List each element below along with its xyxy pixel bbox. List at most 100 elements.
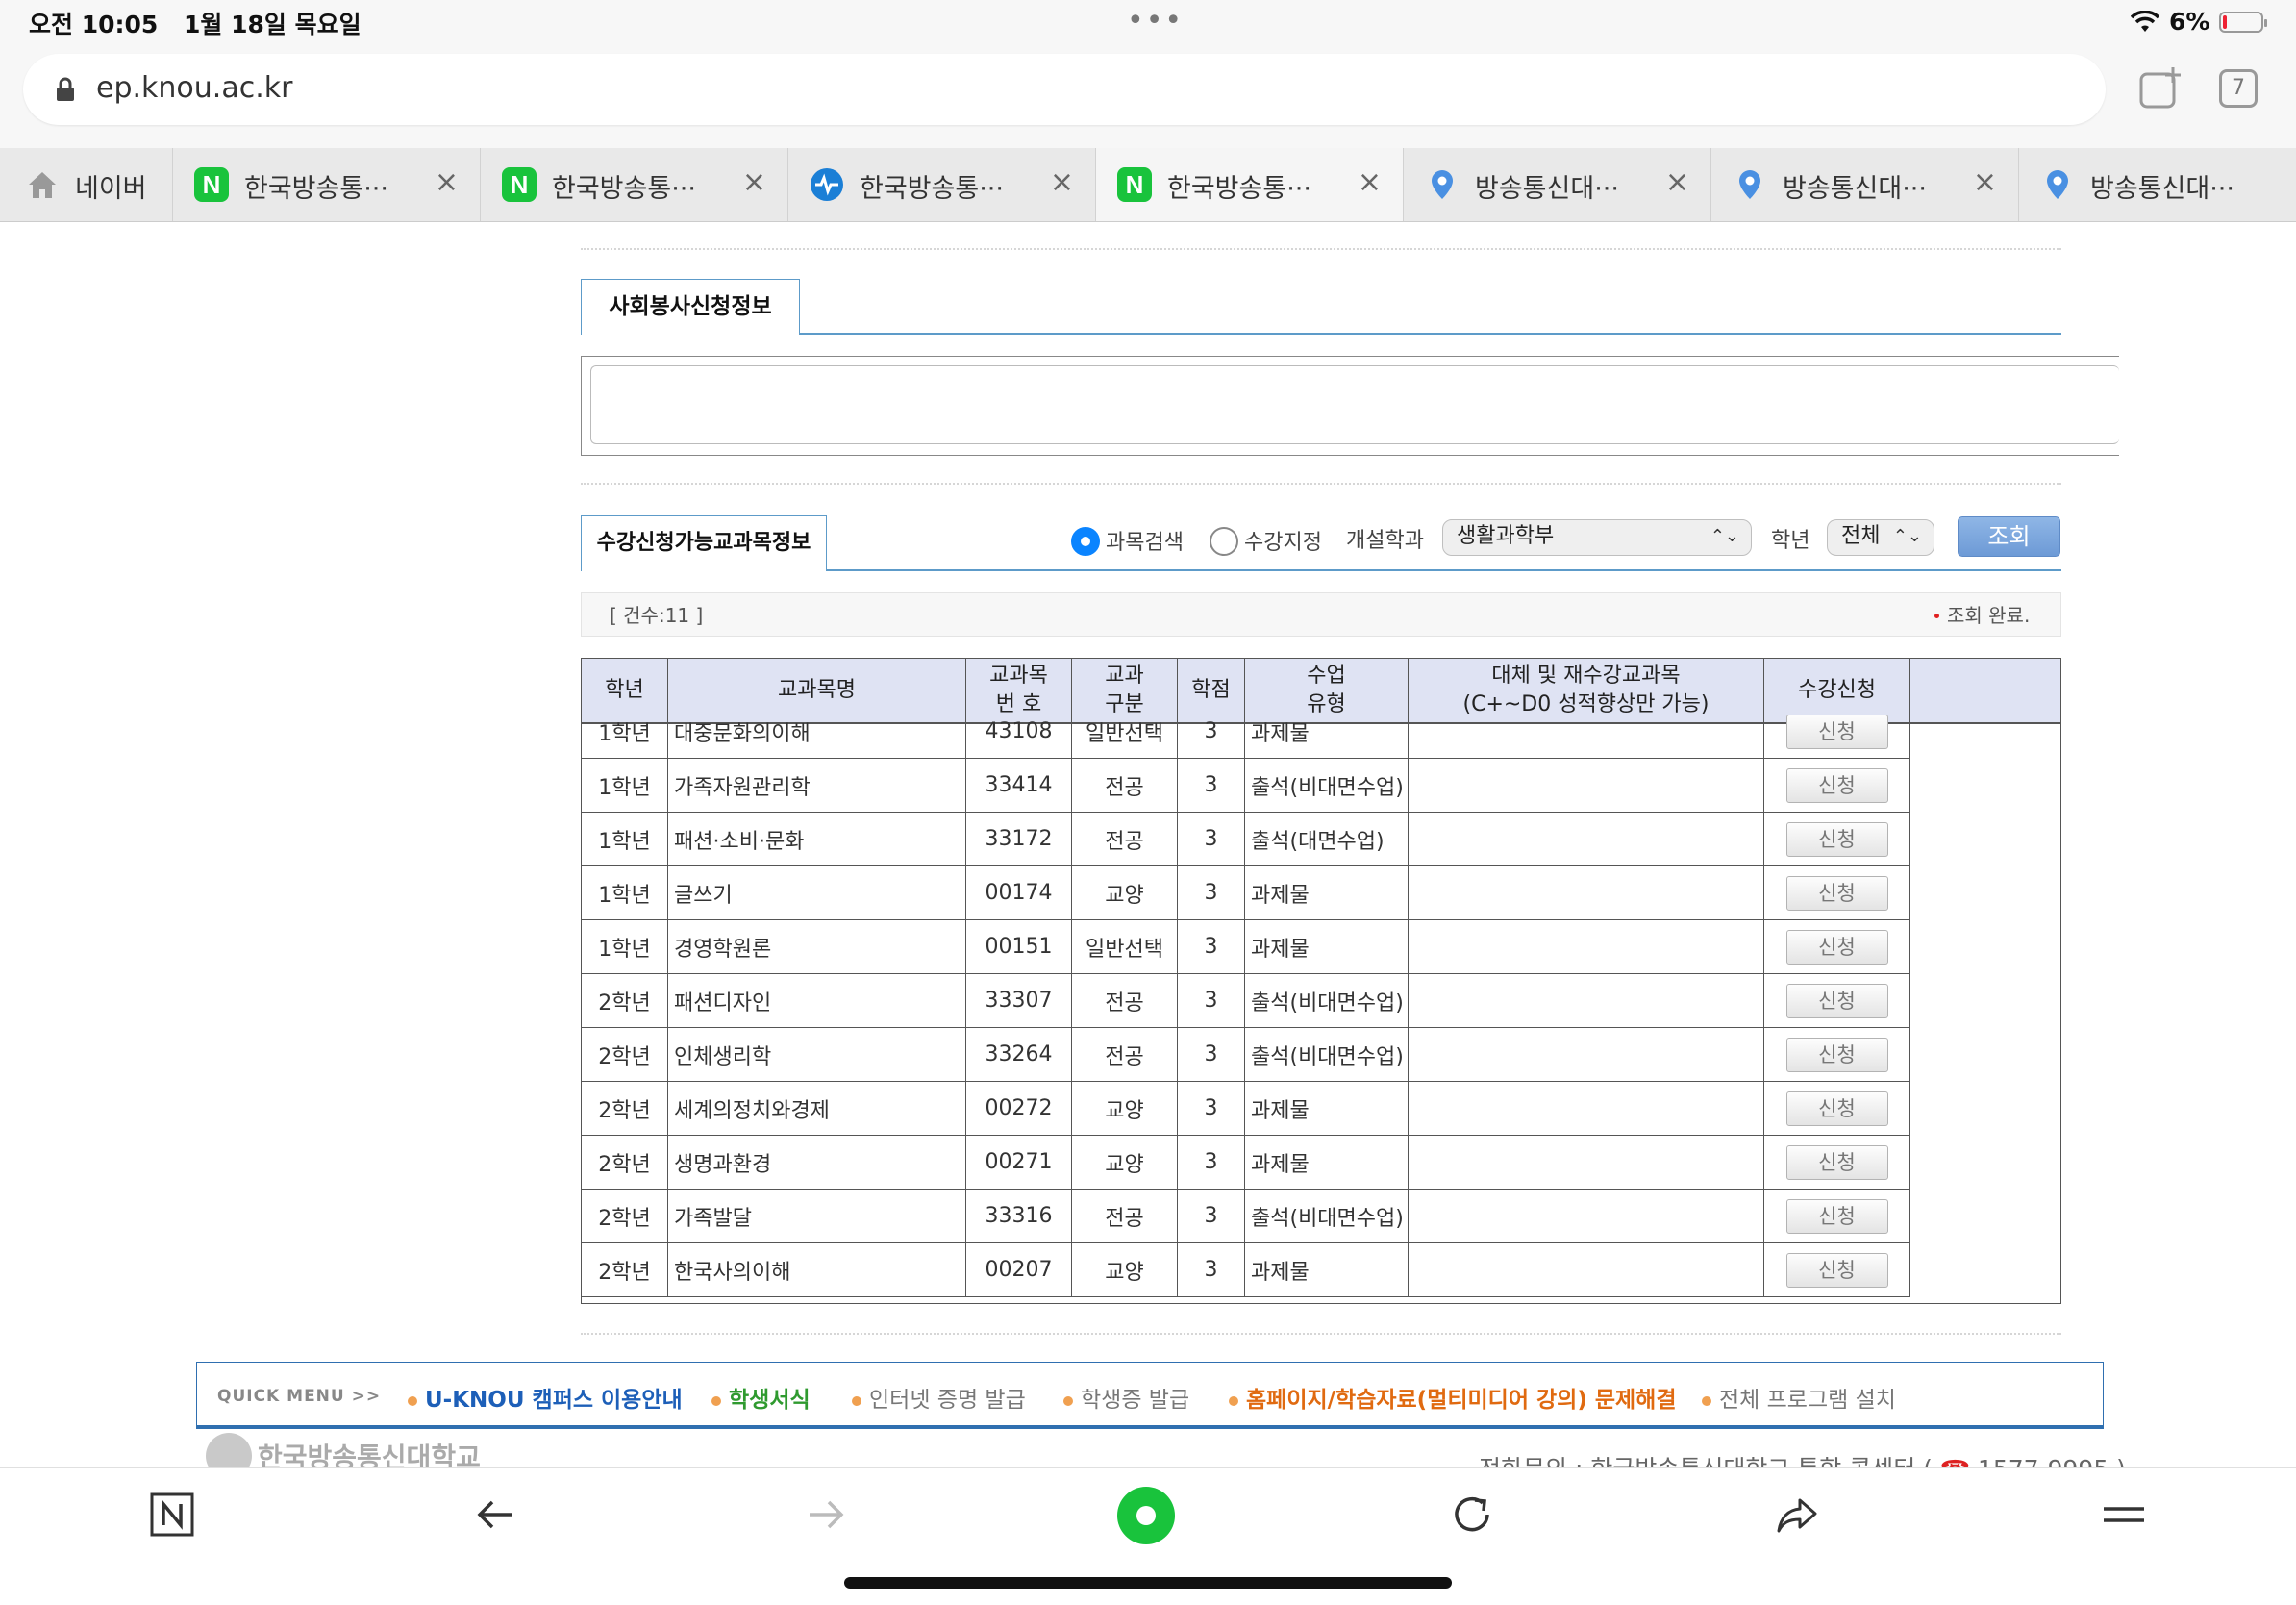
- grade-label: 학년: [1771, 529, 1810, 553]
- service-info-field[interactable]: [590, 365, 2119, 444]
- tab-naver-home[interactable]: 네이버: [0, 148, 173, 221]
- grade-select-value: 전체: [1841, 524, 1881, 548]
- lock-icon: [57, 77, 74, 101]
- battery-percent: 6%: [2169, 8, 2210, 36]
- status-dot: [1934, 614, 1939, 618]
- map-pin-icon: [1739, 170, 1760, 199]
- tab-title: 한국방송통···: [244, 174, 388, 204]
- url-text[interactable]: ep.knou.ac.kr: [96, 71, 292, 105]
- clock-text: 오전 10:05: [29, 11, 159, 38]
- tab-count-icon[interactable]: 7: [2219, 69, 2258, 108]
- home-indicator[interactable]: [844, 1577, 1452, 1589]
- cell-class-type-text: 과제물: [1251, 721, 1310, 746]
- cell-course-no-text: 00207: [985, 1258, 1053, 1282]
- quick-menu-student-forms[interactable]: 학생서식: [711, 1381, 811, 1414]
- course-assign-radio[interactable]: [1210, 527, 1238, 556]
- cell-grade: 1학년: [582, 705, 668, 758]
- naver-n-icon[interactable]: [146, 1489, 198, 1541]
- tab-3[interactable]: 한국방송통··· ×: [788, 148, 1096, 221]
- cell-class-type: 과제물: [1245, 1243, 1409, 1296]
- back-arrow-icon[interactable]: [471, 1489, 523, 1541]
- cell-apply: 신청: [1764, 813, 1910, 865]
- cell-apply: 신청: [1764, 1082, 1910, 1135]
- apply-button[interactable]: 신청: [1785, 1198, 1888, 1234]
- cell-grade-text: 2학년: [598, 1044, 651, 1069]
- section-rule: [800, 333, 2061, 335]
- apply-button[interactable]: 신청: [1785, 875, 1888, 911]
- cell-course-name-text: 가족자원관리학: [674, 775, 811, 800]
- cell-class-type-text: 출석(비대면수업): [1251, 1206, 1404, 1231]
- cell-apply: 신청: [1764, 974, 1910, 1027]
- cell-category: 전공: [1072, 1190, 1178, 1242]
- service-info-tab[interactable]: 사회봉사신청정보: [581, 279, 800, 335]
- dept-select-value: 생활과학부: [1457, 524, 1555, 548]
- select-chevron-icon: ⌃⌄: [1892, 526, 1922, 546]
- quick-menu-troubleshoot[interactable]: 홈페이지/학습자료(멀티미디어 강의) 문제해결: [1229, 1381, 1676, 1414]
- cell-apply: 신청: [1764, 1028, 1910, 1081]
- tab-title: 방송통신대···: [2090, 174, 2234, 204]
- apply-button[interactable]: 신청: [1785, 929, 1888, 965]
- dotted-divider: [581, 483, 2061, 485]
- cell-credit-text: 3: [1204, 1150, 1218, 1174]
- bullet-icon: [1063, 1395, 1073, 1406]
- close-tab-icon[interactable]: ×: [1358, 165, 1382, 199]
- tab-4-active[interactable]: N 한국방송통··· ×: [1096, 148, 1404, 221]
- cell-credit-text: 3: [1204, 719, 1218, 743]
- tab-2[interactable]: N 한국방송통··· ×: [481, 148, 788, 221]
- quick-menu-student-id[interactable]: 학생증 발급: [1063, 1381, 1189, 1414]
- search-button[interactable]: 조회: [1958, 516, 2060, 557]
- cell-substitute: [1409, 759, 1764, 812]
- cell-credit: 3: [1178, 1243, 1245, 1296]
- cell-class-type-text: 과제물: [1251, 1260, 1310, 1285]
- apply-button[interactable]: 신청: [1785, 1037, 1888, 1072]
- course-info-tab[interactable]: 수강신청가능교과목정보: [581, 515, 827, 571]
- cell-category-text: 교양: [1105, 1260, 1144, 1285]
- naver-green-dot-icon[interactable]: [1115, 1485, 1177, 1546]
- grade-select[interactable]: 전체 ⌃⌄: [1827, 519, 1934, 556]
- cell-course-name: 가족발달: [668, 1190, 966, 1242]
- apply-button[interactable]: 신청: [1785, 821, 1888, 857]
- apply-button[interactable]: 신청: [1785, 1144, 1888, 1180]
- apply-button[interactable]: 신청: [1785, 767, 1888, 803]
- cell-grade-text: 2학년: [598, 1152, 651, 1177]
- apply-button[interactable]: 신청: [1785, 983, 1888, 1018]
- dept-select[interactable]: 생활과학부 ⌃⌄: [1442, 519, 1752, 556]
- tab-5[interactable]: 방송통신대··· ×: [1404, 148, 1711, 221]
- cell-credit: 3: [1178, 920, 1245, 973]
- apply-button[interactable]: 신청: [1785, 714, 1888, 749]
- table-row: 1학년 대중문화의이해 43108 일반선택 3 과제물 신청: [582, 705, 1910, 759]
- cell-course-no: 33316: [966, 1190, 1072, 1242]
- subject-search-radio[interactable]: [1071, 527, 1100, 556]
- apply-button[interactable]: 신청: [1785, 1252, 1888, 1288]
- quick-menu-campus-guide[interactable]: U-KNOU 캠퍼스 이용안내: [408, 1381, 683, 1414]
- reload-icon[interactable]: [1446, 1489, 1498, 1541]
- battery-icon: [2219, 11, 2268, 33]
- quick-menu-certificate[interactable]: 인터넷 증명 발급: [852, 1381, 1026, 1414]
- cell-course-name-text: 대중문화의이해: [674, 721, 811, 746]
- tab-7[interactable]: 방송통신대··· ×: [2019, 148, 2296, 221]
- apply-button[interactable]: 신청: [1785, 1091, 1888, 1126]
- multitasking-dots[interactable]: •••: [1127, 4, 1184, 38]
- close-tab-icon[interactable]: ×: [742, 165, 766, 199]
- close-tab-icon[interactable]: ×: [1973, 165, 1997, 199]
- new-tab-icon[interactable]: [2138, 65, 2183, 110]
- forward-arrow-icon[interactable]: [798, 1489, 850, 1541]
- close-tab-icon[interactable]: ×: [1665, 165, 1689, 199]
- cell-course-name-text: 패션디자인: [674, 991, 772, 1016]
- tab-6[interactable]: 방송통신대··· ×: [1711, 148, 2019, 221]
- menu-icon[interactable]: [2098, 1489, 2150, 1541]
- cell-course-no-text: 33316: [985, 1204, 1053, 1228]
- close-tab-icon[interactable]: ×: [1050, 165, 1074, 199]
- quick-menu-install[interactable]: 전체 프로그램 설치: [1702, 1381, 1896, 1414]
- close-tab-icon[interactable]: ×: [435, 165, 459, 199]
- cell-category-text: 일반선택: [1086, 721, 1163, 746]
- tab-1[interactable]: N 한국방송통··· ×: [173, 148, 481, 221]
- share-icon[interactable]: [1771, 1489, 1823, 1541]
- cell-apply: 신청: [1764, 759, 1910, 812]
- cell-credit: 3: [1178, 1082, 1245, 1135]
- address-bar[interactable]: [23, 54, 2106, 125]
- cell-category: 교양: [1072, 1243, 1178, 1296]
- cell-class-type-text: 과제물: [1251, 937, 1310, 962]
- cell-class-type: 과제물: [1245, 920, 1409, 973]
- dept-label: 개설학과: [1346, 529, 1424, 553]
